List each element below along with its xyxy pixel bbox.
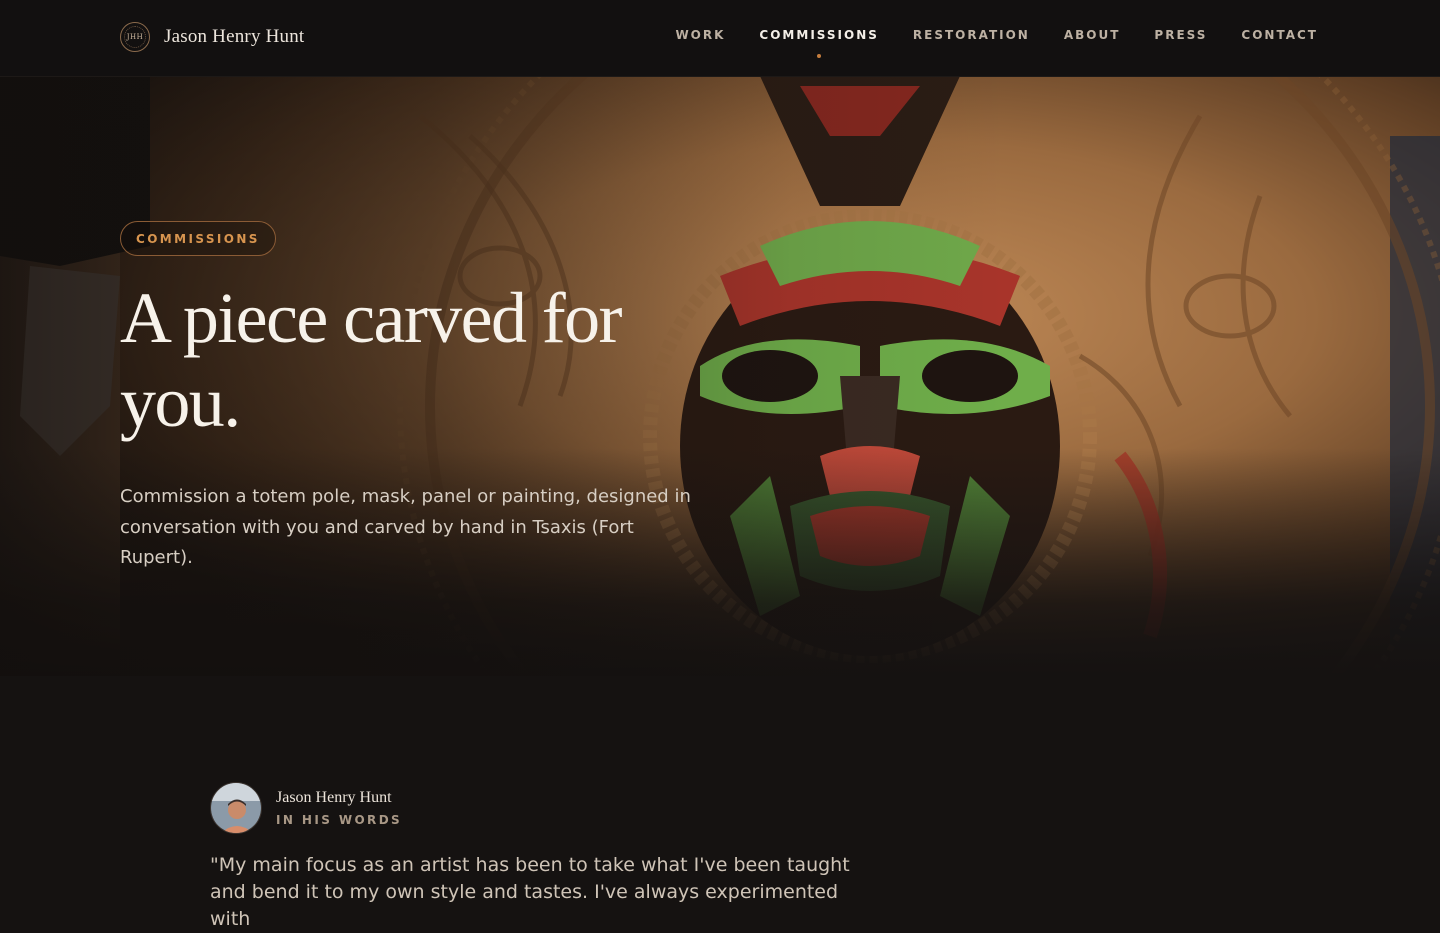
hero-subtitle: Commission a totem pole, mask, panel or … [120,486,691,568]
nav-item-label: COMMISSIONS [759,28,879,42]
author-tag: IN HIS WORDS [276,813,403,827]
section-pill: COMMISSIONS [120,221,276,256]
author-meta: Jason Henry Hunt IN HIS WORDS [276,789,402,827]
nav-item-about[interactable]: ABOUT [1064,28,1121,42]
active-indicator-dot [817,54,822,58]
main-nav: WORK COMMISSIONS RESTORATION ABOUT PRESS… [675,28,1318,58]
brand-home-link[interactable]: JHH Jason Henry Hunt [120,20,304,54]
quote-text: "My main focus as an artist has been to … [210,854,850,930]
brand-logo-icon: JHH [120,22,150,52]
site-header: JHH Jason Henry Hunt WORK COMMISSIONS RE… [0,0,1440,77]
quote-author: Jason Henry Hunt IN HIS WORDS [210,782,402,834]
nav-item-work[interactable]: WORK [675,28,725,42]
nav-item-restoration[interactable]: RESTORATION [913,28,1030,42]
author-name: Jason Henry Hunt [276,789,392,806]
nav-item-contact[interactable]: CONTACT [1241,28,1318,42]
avatar [210,782,262,834]
hero-section: COMMISSIONS A piece carved for you. Comm… [0,76,1440,676]
page-title: A piece carved for you. [120,278,623,442]
brand-name: Jason Henry Hunt [164,26,305,47]
portrait-image [211,783,261,833]
nav-item-commissions[interactable]: COMMISSIONS [759,28,879,58]
nav-item-press[interactable]: PRESS [1154,28,1207,42]
